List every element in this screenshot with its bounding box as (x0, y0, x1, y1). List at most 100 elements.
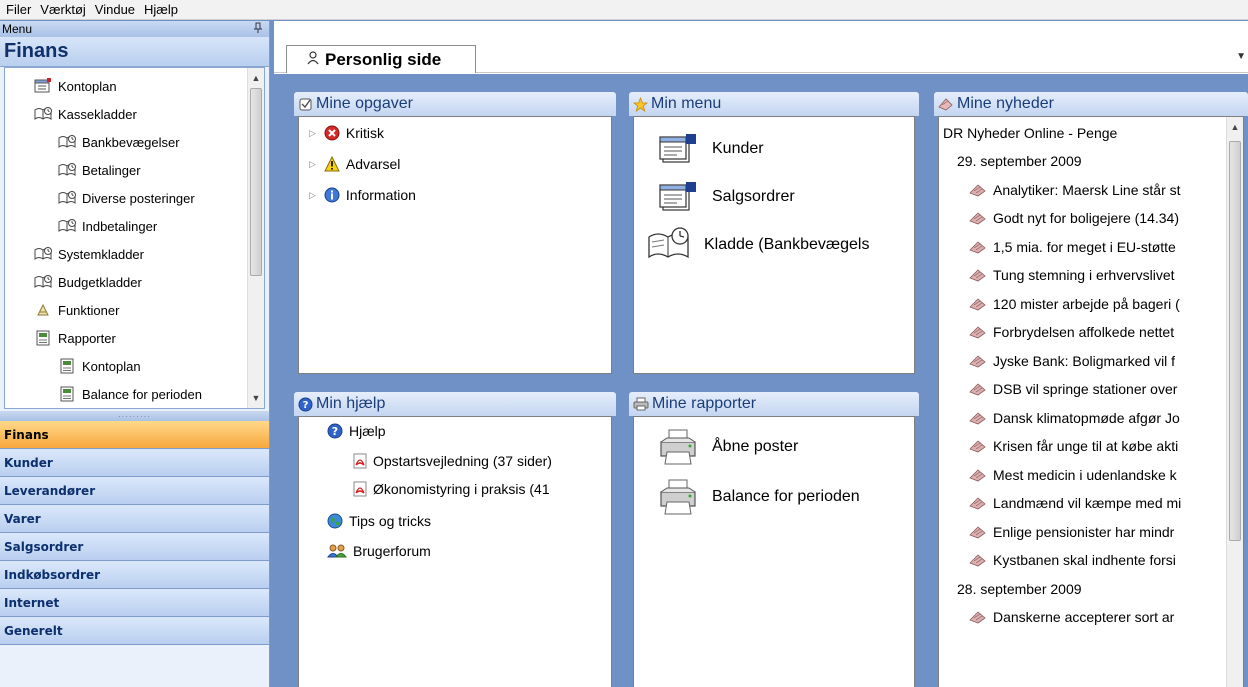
tree-item[interactable]: Betalinger (57, 158, 141, 182)
tree-item[interactable]: Systemkladder (33, 242, 144, 266)
news-item-label: Godt nyt for boligejere (14.34) (993, 210, 1179, 226)
news-item[interactable]: Jyske Bank: Boligmarked vil f (969, 349, 1175, 373)
expand-icon[interactable]: ▷ (309, 190, 316, 201)
task-group-label: Information (345, 187, 416, 203)
navigation-pane-label: Menu (2, 22, 33, 36)
pin-icon[interactable] (253, 22, 263, 37)
news-scrollbar[interactable]: ▲ (1226, 117, 1243, 687)
news-item[interactable]: Danskerne accepterer sort ar (969, 605, 1174, 629)
tree-item-label: Kontoplan (58, 78, 117, 94)
nav-button[interactable]: Varer (0, 505, 269, 533)
news-item-icon (969, 297, 987, 311)
expand-icon[interactable]: ▷ (309, 159, 316, 170)
scroll-thumb[interactable] (250, 88, 262, 276)
tree-item[interactable]: Bankbevægelser (57, 130, 180, 154)
tree-item[interactable]: Budgetkladder (33, 270, 142, 294)
tree-item-label: Indbetalinger (82, 218, 158, 234)
expand-icon[interactable]: ▷ (309, 128, 316, 139)
tree-item[interactable]: Diverse posteringer (57, 186, 195, 210)
help-item[interactable]: Brugerforum (327, 543, 431, 559)
nav-button[interactable]: Finans (0, 421, 269, 449)
report-shortcut[interactable]: Balance for perioden (654, 477, 860, 517)
news-item[interactable]: 1,5 mia. for meget i EU-støtte (969, 235, 1176, 259)
help-item[interactable]: Økonomistyring i praksis (41 (353, 481, 550, 497)
news-item[interactable]: Tung stemning i erhvervslivet (969, 263, 1175, 287)
help-item[interactable]: ? Hjælp (327, 423, 386, 439)
panel-mine-nyheder: Mine nyheder ▲ DR Nyheder Online - Penge… (934, 92, 1248, 687)
scroll-down-icon[interactable]: ▼ (248, 390, 264, 406)
menu-filer[interactable]: Filer (6, 2, 31, 17)
splitter-grip[interactable]: ········· (0, 411, 269, 421)
news-item[interactable]: Enlige pensionister har mindr (969, 520, 1174, 544)
menu-shortcut[interactable]: Kladde (Bankbevægels (646, 225, 869, 265)
news-item-icon (969, 211, 987, 225)
tab-personlig-side[interactable]: Personlig side (286, 45, 476, 73)
task-group[interactable]: ▷ Information (309, 187, 416, 203)
panel-title: Min hjælp (316, 395, 386, 412)
tree-item[interactable]: Funktioner (33, 298, 119, 322)
nav-button[interactable]: Kunder (0, 449, 269, 477)
news-date: 28. september 2009 (957, 577, 1082, 601)
panel-body: Kunder Salgsordrer Kladde (Bankbevægels (633, 116, 915, 374)
scroll-up-icon[interactable]: ▲ (248, 70, 264, 86)
menu-shortcut[interactable]: Kunder (654, 129, 764, 169)
menu-vindue[interactable]: Vindue (95, 2, 135, 17)
panel-mine-opgaver: Mine opgaver ▷ Kritisk ▷ Advarsel ▷ Informati… (294, 92, 616, 378)
tree-item[interactable]: Kontoplan (57, 354, 141, 378)
panel-title: Mine rapporter (652, 395, 757, 412)
news-item-icon (969, 183, 987, 197)
news-item[interactable]: Dansk klimatopmøde afgør Jo (969, 406, 1180, 430)
news-item[interactable]: Krisen får unge til at købe akti (969, 434, 1178, 458)
tree-item-label: Betalinger (82, 162, 141, 178)
tree-item[interactable]: Kassekladder (33, 102, 137, 126)
news-item-label: DSB vil springe stationer over (993, 381, 1178, 397)
news-item-label: Landmænd vil kæmpe med mi (993, 495, 1182, 511)
nav-button[interactable]: Internet (0, 589, 269, 617)
help-item[interactable]: Tips og tricks (327, 513, 431, 529)
nav-button[interactable]: Leverandører (0, 477, 269, 505)
help-item[interactable]: Opstartsvejledning (37 sider) (353, 453, 552, 469)
news-item-label: Danskerne accepterer sort ar (993, 609, 1175, 625)
news-item[interactable]: Mest medicin i udenlandske k (969, 463, 1177, 487)
tree-item[interactable]: Balance for perioden (57, 382, 202, 406)
news-item[interactable]: Godt nyt for boligejere (14.34) (969, 206, 1179, 230)
news-item-icon (969, 496, 987, 510)
report-icon (33, 329, 53, 347)
nav-button[interactable]: Generelt (0, 617, 269, 645)
task-group[interactable]: ▷ Advarsel (309, 156, 400, 172)
help-item-label: Opstartsvejledning (37 sider) (373, 453, 552, 469)
report-shortcut[interactable]: Åbne poster (654, 427, 798, 467)
news-item[interactable]: Forbrydelsen affolkede nettet (969, 320, 1174, 344)
personal-page-content: Mine opgaver ▷ Kritisk ▷ Advarsel ▷ Informati… (274, 74, 1248, 687)
news-item-icon (969, 382, 987, 396)
news-item[interactable]: 120 mister arbejde på bageri ( (969, 292, 1180, 316)
news-item-label: Dansk klimatopmøde afgør Jo (993, 409, 1180, 426)
menu-vaerktoej[interactable]: Værktøj (40, 2, 86, 17)
nav-button[interactable]: Indkøbsordrer (0, 561, 269, 589)
news-item-label: Tung stemning i erhvervslivet (993, 267, 1175, 283)
tree-item-label: Kassekladder (58, 106, 137, 122)
news-item[interactable]: DSB vil springe stationer over (969, 377, 1177, 401)
help-icon: ? (327, 423, 343, 439)
printer-icon (633, 397, 649, 411)
news-item[interactable]: Kystbanen skal indhente forsi (969, 548, 1176, 572)
chevron-down-icon[interactable]: ▼ (1236, 51, 1246, 62)
journal-icon (57, 217, 77, 235)
menu-hjaelp[interactable]: Hjælp (144, 2, 178, 17)
scroll-up-icon[interactable]: ▲ (1227, 119, 1243, 135)
news-source[interactable]: DR Nyheder Online - Penge (943, 121, 1117, 145)
news-item[interactable]: Analytiker: Maersk Line står st (969, 178, 1181, 202)
tree-item[interactable]: Rapporter (33, 326, 116, 350)
tree-scrollbar[interactable]: ▲ ▼ (247, 68, 264, 408)
menu-shortcut[interactable]: Salgsordrer (654, 177, 795, 217)
news-item[interactable]: Landmænd vil kæmpe med mi (969, 491, 1181, 515)
function-icon (33, 301, 53, 319)
nav-button[interactable]: Salgsordrer (0, 533, 269, 561)
scroll-thumb[interactable] (1229, 141, 1241, 541)
tree-item[interactable]: Kontoplan (33, 74, 117, 98)
menu-shortcut-label: Kladde (Bankbevægels (704, 236, 870, 253)
tree-item[interactable]: Indbetalinger (57, 214, 157, 238)
task-group[interactable]: ▷ Kritisk (309, 125, 384, 141)
panel-body: Åbne poster Balance for perioden (633, 416, 915, 687)
tree-item-label: Budgetkladder (58, 274, 142, 290)
